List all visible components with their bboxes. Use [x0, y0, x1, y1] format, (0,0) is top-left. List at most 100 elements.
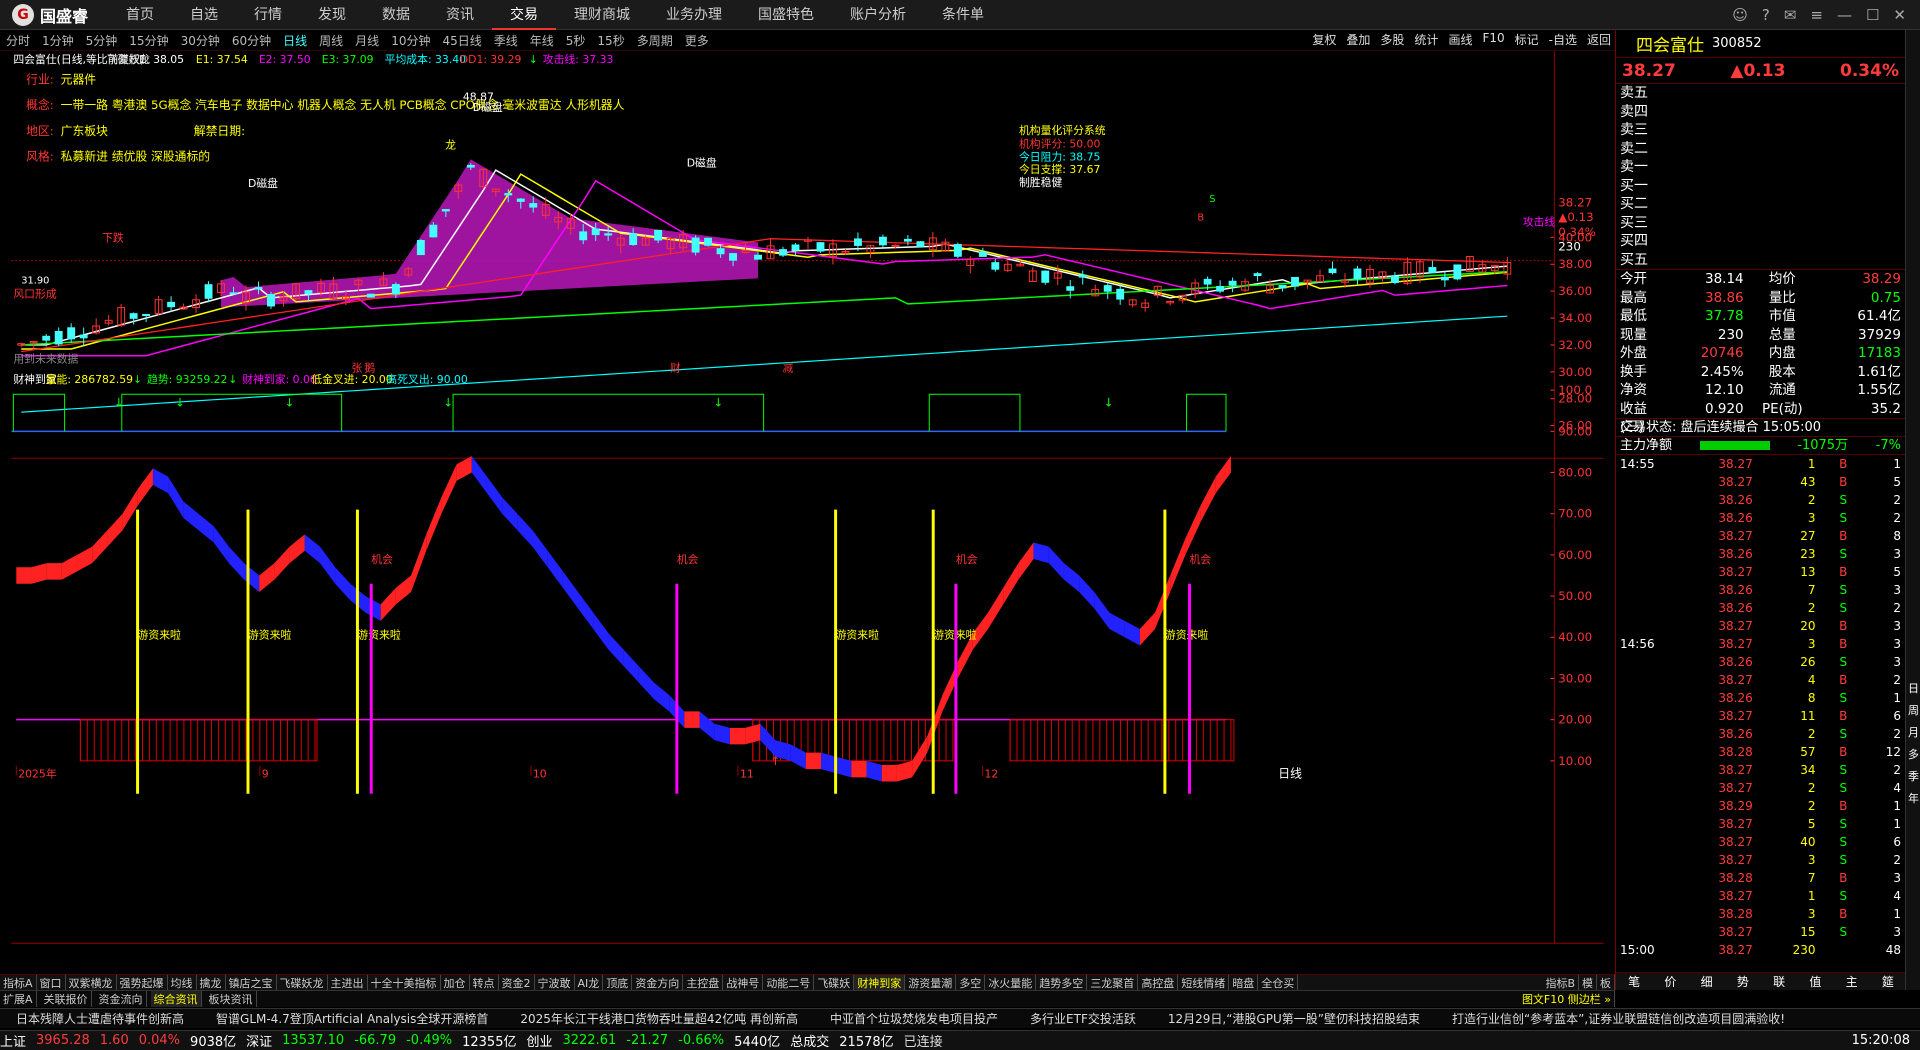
period-tab[interactable]: 5秒	[560, 32, 592, 49]
side-tab[interactable]: 笔	[1628, 973, 1640, 990]
menu-item[interactable]: 数据	[364, 0, 428, 30]
menu-item[interactable]: 发现	[300, 0, 364, 30]
side-tab[interactable]: 细	[1701, 973, 1713, 990]
period-tab[interactable]: 1分钟	[36, 32, 80, 49]
indicator-tab[interactable]: 强势起爆	[117, 974, 168, 991]
menu-item[interactable]: 资讯	[428, 0, 492, 30]
chart-tool-button[interactable]: 统计	[1414, 31, 1438, 48]
indicator-tab[interactable]: 战神号	[723, 974, 764, 991]
info-tab[interactable]: 板块资讯	[206, 991, 257, 1007]
chart-tool-button[interactable]: F10	[1482, 31, 1504, 48]
chart-tool-button[interactable]: 叠加	[1346, 31, 1370, 48]
chart-tool-button[interactable]: 复权	[1312, 31, 1336, 48]
indicator-tab[interactable]: 趋势多空	[1036, 974, 1088, 991]
indicator-tab[interactable]: 高控盘	[1138, 974, 1179, 991]
info-tab[interactable]: 综合资讯	[150, 991, 202, 1007]
menu-item[interactable]: 账户分析	[832, 0, 924, 30]
indicator-tab[interactable]: 镇店之宝	[226, 974, 277, 991]
chart-tool-button[interactable]: 多股	[1380, 31, 1404, 48]
side-tab[interactable]: 筵	[1882, 973, 1894, 990]
info-tab[interactable]: 扩展A	[0, 991, 37, 1007]
chart-tool-button[interactable]: 标记	[1515, 31, 1539, 48]
indicator-tab[interactable]: 多空	[956, 974, 986, 991]
news-item[interactable]: 智谱GLM-4.7登顶Artificial Analysis全球开源榜首	[200, 1010, 504, 1027]
chart-tool-button[interactable]: 返回	[1587, 31, 1611, 48]
indicator-tab[interactable]: 窗口	[37, 974, 66, 991]
indicator-tab[interactable]: 动能二号	[763, 974, 815, 991]
chart-tool-button[interactable]: -自选	[1549, 31, 1577, 48]
info-tab[interactable]: 关联报价	[41, 991, 92, 1007]
news-item[interactable]: 多行业ETF交投活跃	[1014, 1010, 1152, 1027]
news-item[interactable]: 打造行业信创“参考蓝本”,证券业联盟链信创改造项目圆满验收!	[1436, 1010, 1801, 1027]
side-strip-item[interactable]: 月	[1908, 724, 1919, 740]
news-item[interactable]: 中亚首个垃圾焚烧发电项目投产	[814, 1010, 1014, 1027]
trade-detail-list[interactable]: 14:55 38.27 1 B 1 38.27 43 B 5 38.26 2 S 2 38.26 3 S 2 38…	[1616, 455, 1905, 959]
indicator-tab[interactable]: 板	[1597, 974, 1615, 991]
indicator-tab[interactable]: 模	[1579, 974, 1597, 991]
side-tab[interactable]: 势	[1737, 973, 1749, 990]
news-item[interactable]: 2025年长江干线港口货物吞吐量超42亿吨 再创新高	[504, 1010, 814, 1027]
chat-icon[interactable]: ☺	[1732, 6, 1748, 24]
maximize-icon[interactable]: ☐	[1866, 6, 1879, 24]
side-strip-item[interactable]: 日	[1908, 680, 1919, 696]
indicator-tab[interactable]: 飞碟妖龙	[277, 974, 328, 991]
side-strip-item[interactable]: 周	[1908, 702, 1919, 718]
menu-icon[interactable]: ≡	[1810, 6, 1823, 24]
period-tab[interactable]: 30分钟	[175, 32, 226, 49]
menu-item[interactable]: 条件单	[924, 0, 1002, 30]
indicator-tab[interactable]: AI龙	[575, 974, 604, 991]
indicator-tab[interactable]: 三龙聚首	[1087, 974, 1139, 991]
indicator-tab[interactable]: 双紫横龙	[66, 974, 117, 991]
menu-item[interactable]: 国盛特色	[740, 0, 832, 30]
period-tab[interactable]: 15秒	[591, 32, 630, 49]
app-logo[interactable]: G 国盛睿	[0, 3, 108, 27]
period-tab[interactable]: 季线	[488, 32, 524, 49]
side-tab[interactable]: 主	[1846, 973, 1858, 990]
indicator-tab[interactable]: 擒龙	[197, 974, 226, 991]
indicator-tab[interactable]: 主控盘	[683, 974, 724, 991]
indicator-tab[interactable]: 暗盘	[1229, 974, 1259, 991]
indicator-tab[interactable]: 资金2	[499, 974, 535, 991]
period-tab[interactable]: 分时	[0, 32, 36, 49]
indicator-tab[interactable]: 全仓买	[1258, 974, 1299, 991]
indicator-tab[interactable]: 短线情绪	[1178, 974, 1230, 991]
indicator-tab[interactable]: 冰火量能	[985, 974, 1037, 991]
side-strip-item[interactable]: 年	[1908, 790, 1919, 806]
period-tab[interactable]: 周线	[313, 32, 349, 49]
info-tab[interactable]: 资金流向	[96, 991, 147, 1007]
indicator-tab[interactable]: 加仓	[441, 974, 470, 991]
indicator-tab[interactable]: 财神到家	[854, 974, 906, 991]
period-tab[interactable]: 5分钟	[80, 32, 124, 49]
indicator-tab[interactable]: 资金方向	[632, 974, 684, 991]
side-tab[interactable]: 值	[1809, 973, 1821, 990]
indicator-tab[interactable]: 均线	[168, 974, 197, 991]
period-tab[interactable]: 更多	[679, 32, 715, 49]
chart-tool-button[interactable]: 画线	[1448, 31, 1472, 48]
menu-item[interactable]: 业务办理	[648, 0, 740, 30]
period-tab[interactable]: 60分钟	[226, 32, 277, 49]
help-icon[interactable]: ?	[1762, 6, 1770, 24]
mail-icon[interactable]: ✉	[1784, 6, 1797, 24]
indicator-tab[interactable]: 指标B	[1542, 974, 1579, 991]
period-tab[interactable]: 多周期	[631, 32, 679, 49]
period-tab[interactable]: 15分钟	[123, 32, 174, 49]
minimize-icon[interactable]: —	[1837, 6, 1852, 24]
menu-item[interactable]: 首页	[108, 0, 172, 30]
indicator-tab[interactable]: 十全十美指标	[368, 974, 441, 991]
close-icon[interactable]: ✕	[1893, 6, 1906, 24]
indicator-tab[interactable]: 主进出	[328, 974, 368, 991]
indicator-tab[interactable]: 宁波敢	[535, 974, 575, 991]
menu-item[interactable]: 交易	[492, 0, 557, 30]
side-strip-item[interactable]: 季	[1908, 768, 1919, 784]
menu-item[interactable]: 自选	[172, 0, 236, 30]
indicator-tab[interactable]: 转点	[470, 974, 499, 991]
news-item[interactable]: 日本残障人士遭虐待事件创新高	[0, 1010, 200, 1027]
period-tab[interactable]: 年线	[524, 32, 560, 49]
news-item[interactable]: 12月29日,“港股GPU第一股”壁仞科技招股结束	[1152, 1010, 1436, 1027]
period-tab[interactable]: 月线	[349, 32, 385, 49]
side-tab[interactable]: 价	[1664, 973, 1676, 990]
indicator-tab[interactable]: 指标A	[0, 974, 37, 991]
kline-chart[interactable]: 四会富仕(日线,等比前复权)飞碟妖龙E: 38.05 E1: 37.54 E2: 3…	[0, 51, 1615, 961]
indicator-tab[interactable]: 游资量潮	[905, 974, 957, 991]
menu-item[interactable]: 理财商城	[556, 0, 648, 30]
